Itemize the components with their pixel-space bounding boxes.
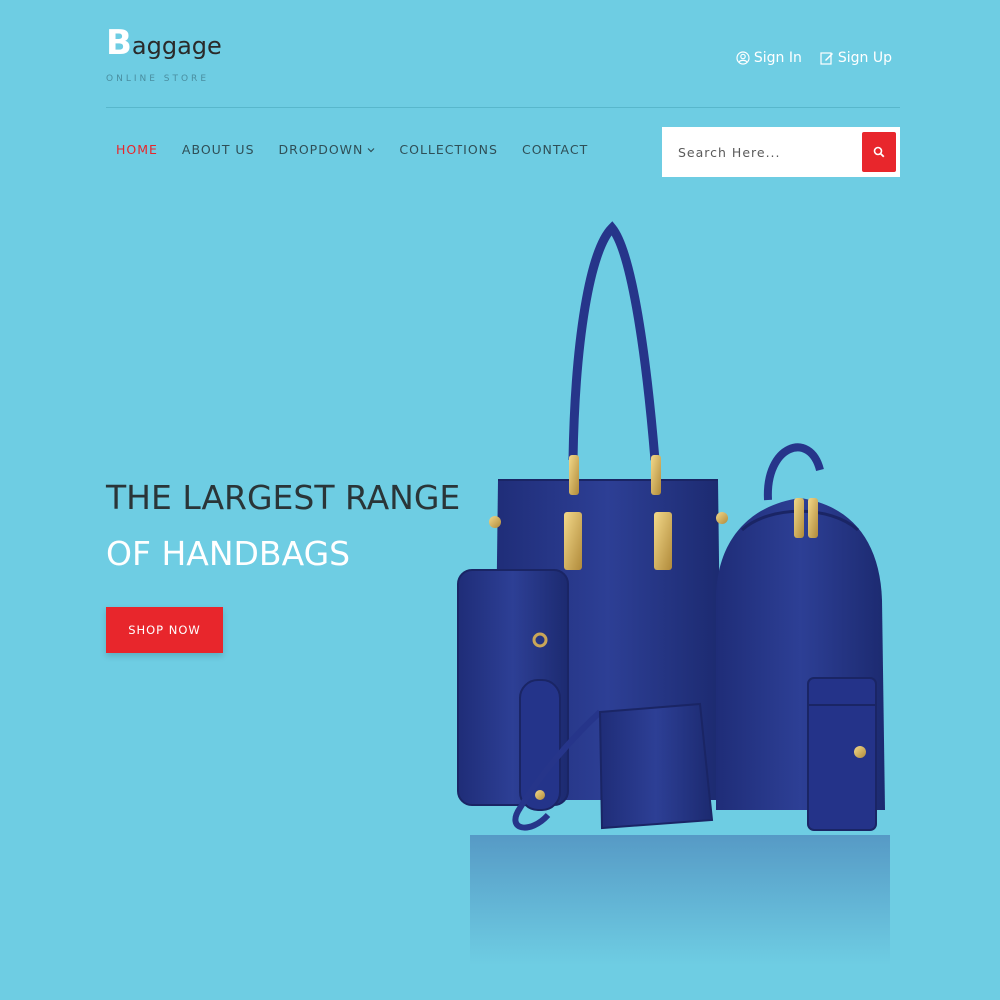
search-button[interactable]	[862, 132, 896, 172]
handbag-set-image	[457, 221, 890, 965]
account-links: Sign In Sign Up	[736, 50, 892, 66]
user-icon	[736, 51, 750, 65]
search-box	[662, 127, 900, 177]
nav-home-label: HOME	[116, 142, 158, 157]
search-input[interactable]	[662, 127, 852, 177]
nav-dropdown[interactable]: DROPDOWN	[269, 142, 386, 157]
nav-about-us-label: ABOUT US	[181, 142, 255, 157]
nav-contact-label: CONTACT	[521, 142, 589, 157]
chevron-down-icon	[367, 147, 375, 152]
brand-tagline: ONLINE STORE	[106, 74, 209, 84]
nav-home[interactable]: HOME	[106, 142, 168, 157]
nav-collections-label: COLLECTIONS	[399, 142, 498, 157]
search-icon	[873, 146, 885, 158]
nav-contact[interactable]: CONTACT	[512, 142, 598, 157]
edit-icon	[820, 52, 833, 65]
signup-link[interactable]: Sign Up	[820, 50, 892, 66]
main-nav: HOME ABOUT US DROPDOWN COLLECTIONS CONTA…	[106, 142, 602, 157]
signup-label: Sign Up	[837, 50, 892, 66]
shop-now-button[interactable]: SHOP NOW	[106, 607, 223, 653]
hero-title-line1: THE LARGEST RANGE	[106, 478, 461, 517]
hero-heading: THE LARGEST RANGE OF HANDBAGS	[106, 470, 460, 582]
brand-logo[interactable]: Baggage ONLINE STORE	[106, 26, 222, 84]
header-divider	[106, 107, 900, 108]
brand-name: aggage	[131, 32, 222, 60]
nav-about-us[interactable]: ABOUT US	[172, 142, 265, 157]
nav-collections[interactable]: COLLECTIONS	[389, 142, 508, 157]
brand-wordmark: Baggage	[106, 26, 222, 60]
hero-title-line2: OF HANDBAGS	[106, 534, 351, 573]
nav-dropdown-label: DROPDOWN	[278, 142, 364, 157]
brand-initial: B	[106, 23, 132, 63]
signin-link[interactable]: Sign In	[736, 50, 802, 66]
signin-label: Sign In	[753, 50, 802, 66]
